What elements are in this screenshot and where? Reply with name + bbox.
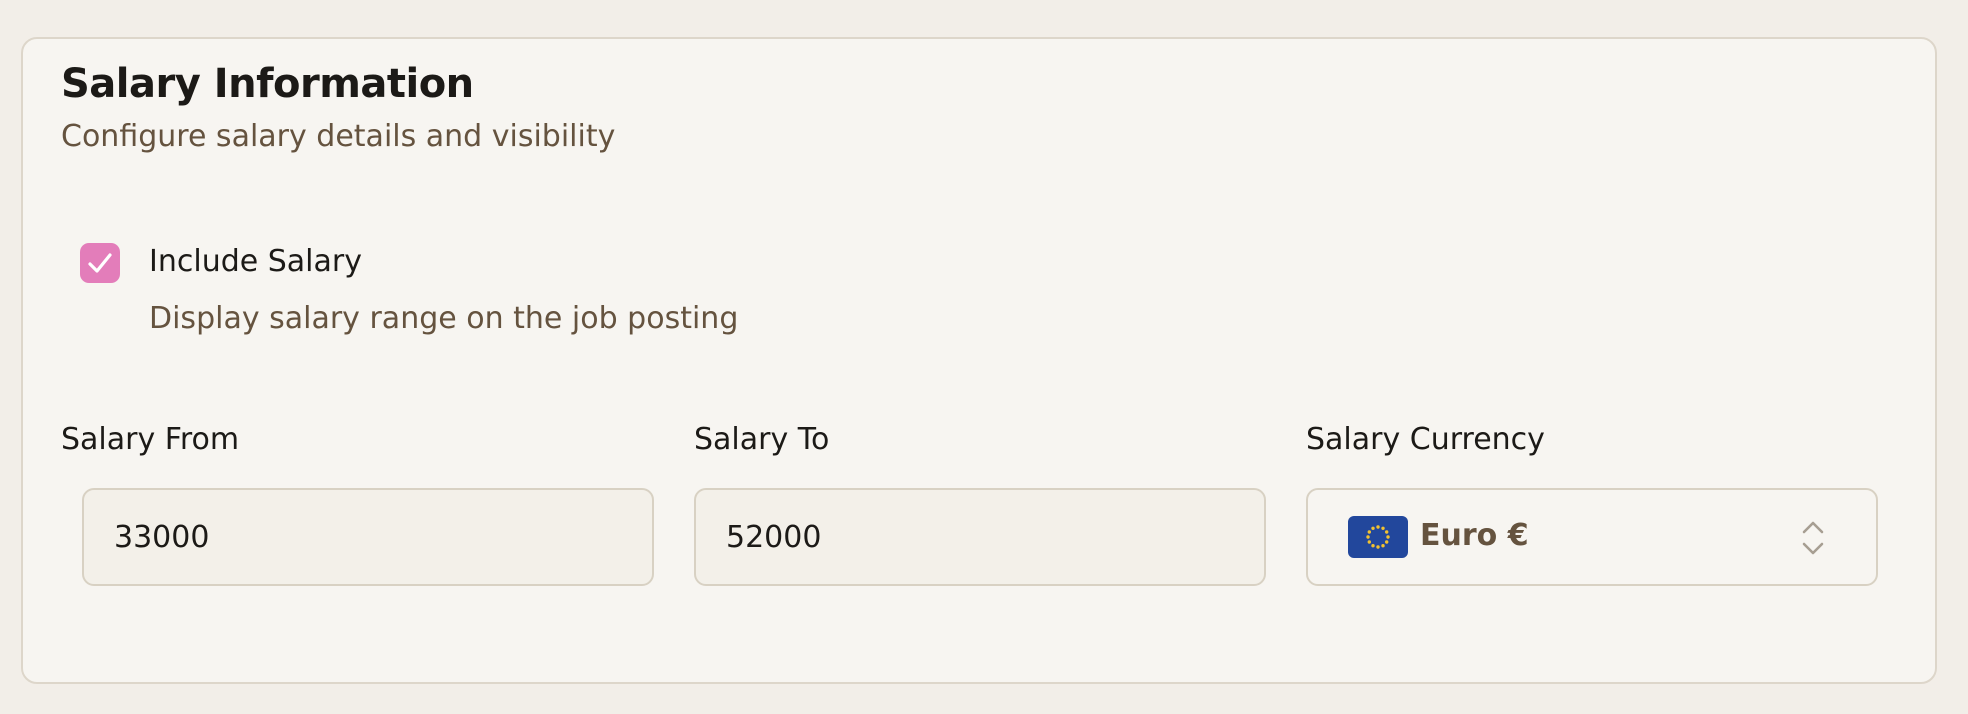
salary-from-field[interactable]	[82, 488, 654, 586]
eu-flag-icon	[1348, 516, 1408, 558]
include-salary-label[interactable]: Include Salary	[149, 244, 362, 280]
salary-currency-label: Salary Currency	[1306, 422, 1545, 457]
salary-to-field[interactable]	[694, 488, 1266, 586]
section-title: Salary Information	[61, 61, 474, 107]
include-salary-checkbox[interactable]	[80, 243, 120, 283]
salary-to-label: Salary To	[694, 422, 830, 457]
salary-currency-value: Euro €	[1420, 518, 1529, 553]
chevron-up-down-icon	[1802, 521, 1824, 555]
section-subtitle: Configure salary details and visibility	[61, 119, 616, 154]
include-salary-description: Display salary range on the job posting	[149, 301, 739, 336]
salary-from-input[interactable]	[84, 490, 652, 584]
salary-from-label: Salary From	[61, 422, 240, 457]
checkmark-icon	[88, 253, 112, 273]
salary-currency-select[interactable]: Euro €	[1306, 488, 1878, 586]
salary-to-input[interactable]	[696, 490, 1264, 584]
